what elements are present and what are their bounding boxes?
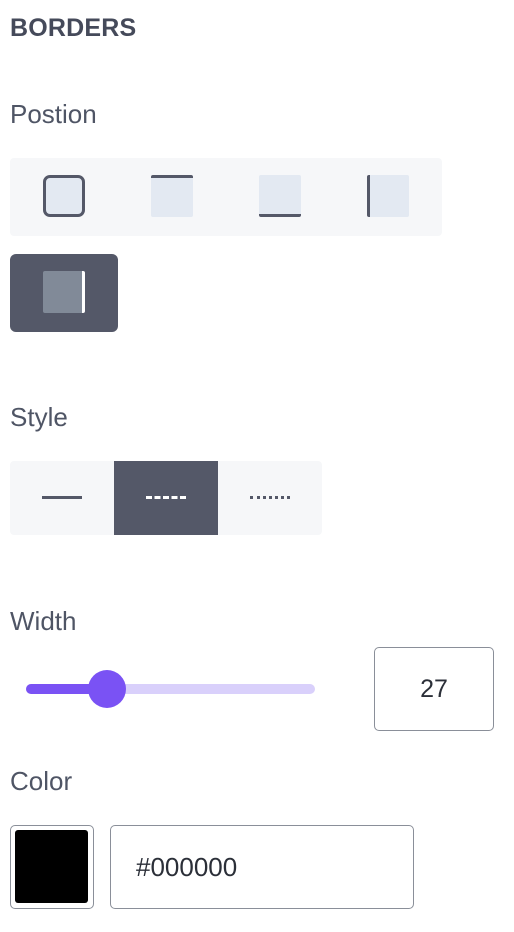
border-bottom-button[interactable] bbox=[226, 158, 334, 236]
border-right-button[interactable] bbox=[10, 254, 118, 332]
position-button-group bbox=[10, 158, 442, 236]
style-dashed-button[interactable] bbox=[114, 461, 218, 535]
slider-thumb[interactable] bbox=[88, 670, 126, 708]
dashed-line-icon bbox=[146, 496, 186, 499]
width-slider[interactable] bbox=[26, 670, 316, 708]
border-left-button[interactable] bbox=[334, 158, 442, 236]
color-swatch-button[interactable] bbox=[10, 825, 94, 909]
border-bottom-icon bbox=[259, 175, 301, 217]
style-label: Style bbox=[10, 402, 68, 432]
border-all-button[interactable] bbox=[10, 158, 118, 236]
style-solid-button[interactable] bbox=[10, 461, 114, 535]
dotted-line-icon bbox=[250, 496, 290, 499]
color-label: Color bbox=[10, 766, 73, 796]
style-dotted-button[interactable] bbox=[218, 461, 322, 535]
border-right-icon bbox=[43, 271, 85, 313]
width-label: Width bbox=[10, 606, 77, 636]
border-top-icon bbox=[151, 175, 193, 217]
style-button-group bbox=[10, 461, 322, 535]
width-value-input[interactable] bbox=[374, 647, 494, 731]
border-left-icon bbox=[367, 175, 409, 217]
color-hex-input[interactable] bbox=[110, 825, 414, 909]
color-swatch bbox=[15, 830, 88, 903]
solid-line-icon bbox=[42, 496, 82, 499]
panel-title: BORDERS bbox=[10, 14, 137, 42]
border-all-icon bbox=[43, 175, 85, 217]
border-top-button[interactable] bbox=[118, 158, 226, 236]
position-label: Postion bbox=[10, 99, 97, 129]
